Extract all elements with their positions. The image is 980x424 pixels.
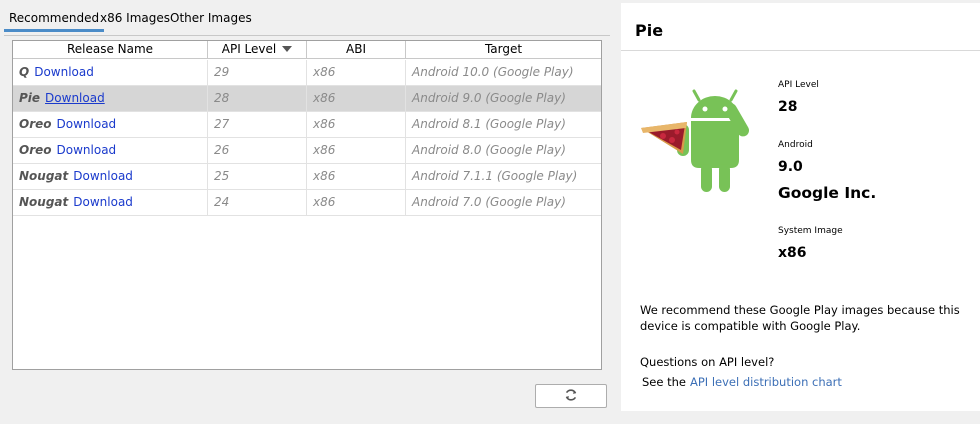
release-name: Oreo	[19, 117, 52, 131]
release-name: Q	[19, 65, 30, 79]
column-header-abi[interactable]: ABI	[307, 41, 406, 59]
target-cell: Android 9.0 (Google Play)	[412, 91, 566, 105]
abi-cell: x86	[307, 60, 406, 85]
target-cell: Android 8.1 (Google Play)	[412, 117, 566, 131]
system-image-value: x86	[778, 245, 807, 261]
see-chart-line: See the API level distribution chart	[642, 375, 842, 389]
abi-cell: x86	[307, 190, 406, 215]
system-image-label: System Image	[778, 226, 843, 236]
release-name-cell: Nougat Download	[13, 190, 208, 215]
android-label: Android	[778, 140, 813, 150]
abi-cell: x86	[307, 86, 406, 111]
column-label: API Level	[221, 42, 277, 56]
release-name-cell: Oreo Download	[13, 112, 208, 137]
release-name: Nougat	[19, 195, 69, 209]
android-version-value: 9.0	[778, 159, 803, 175]
tab-other-images[interactable]: Other Images	[165, 10, 257, 32]
release-name-cell: Oreo Download	[13, 138, 208, 163]
image-details-panel: Pie API Level 28 Android 9.0 Google Inc.…	[621, 3, 980, 411]
column-label: ABI	[346, 42, 366, 56]
api-level-cell: 26	[208, 138, 307, 163]
sort-descending-icon	[282, 46, 293, 52]
system-image-table: Release Name API Level ABI Target Q Downl…	[12, 40, 602, 370]
release-name-cell: Pie Download	[13, 86, 208, 111]
api-level-cell: 28	[208, 86, 307, 111]
download-link[interactable]: Download	[57, 143, 117, 157]
abi-cell: x86	[307, 164, 406, 189]
table-row[interactable]: Q Download 29 x86 Android 10.0 (Google Pl…	[13, 60, 601, 86]
recommendation-text: We recommend these Google Play images be…	[640, 303, 960, 333]
release-name-cell: Nougat Download	[13, 164, 208, 189]
download-link[interactable]: Download	[57, 117, 117, 131]
title-divider	[621, 50, 980, 51]
abi-cell: x86	[307, 112, 406, 137]
abi-cell: x86	[307, 138, 406, 163]
release-title: Pie	[635, 21, 664, 40]
android-pie-mascot-image	[639, 88, 769, 198]
download-link[interactable]: Download	[73, 195, 133, 209]
download-link[interactable]: Download	[34, 65, 94, 79]
table-row[interactable]: Oreo Download 26 x86 Android 8.0 (Google …	[13, 138, 601, 164]
table-row[interactable]: Oreo Download 27 x86 Android 8.1 (Google …	[13, 112, 601, 138]
api-level-label: API Level	[778, 80, 819, 90]
column-header-release-name[interactable]: Release Name	[13, 41, 208, 59]
api-level-cell: 27	[208, 112, 307, 137]
release-name: Oreo	[19, 143, 52, 157]
refresh-icon	[564, 388, 578, 405]
release-name-cell: Q Download	[13, 60, 208, 85]
image-tabs: Recommended x86 Images Other Images	[4, 6, 610, 36]
download-link[interactable]: Download	[45, 91, 105, 105]
api-level-value: 28	[778, 99, 798, 115]
table-header: Release Name API Level ABI Target	[13, 41, 601, 59]
release-name: Pie	[19, 91, 41, 105]
target-cell: Android 7.0 (Google Play)	[412, 195, 566, 209]
api-level-cell: 29	[208, 60, 307, 85]
api-level-cell: 25	[208, 164, 307, 189]
target-cell: Android 7.1.1 (Google Play)	[412, 169, 578, 183]
column-header-api-level[interactable]: API Level	[208, 41, 307, 59]
release-name: Nougat	[19, 169, 69, 183]
api-level-cell: 24	[208, 190, 307, 215]
tab-recommended[interactable]: Recommended	[4, 10, 105, 32]
tab-x86-images[interactable]: x86 Images	[95, 10, 175, 32]
target-cell: Android 10.0 (Google Play)	[412, 65, 574, 79]
refresh-button[interactable]	[535, 384, 607, 408]
target-cell: Android 8.0 (Google Play)	[412, 143, 566, 157]
see-prefix: See the	[642, 375, 686, 389]
column-label: Target	[484, 42, 523, 56]
vendor-value: Google Inc.	[778, 184, 877, 202]
column-header-target[interactable]: Target	[406, 41, 601, 59]
api-question-text: Questions on API level?	[640, 355, 775, 369]
table-row[interactable]: Nougat Download 24 x86 Android 7.0 (Googl…	[13, 190, 601, 216]
api-distribution-chart-link[interactable]: API level distribution chart	[690, 375, 842, 389]
download-link[interactable]: Download	[73, 169, 133, 183]
column-label: Release Name	[66, 42, 154, 56]
table-row[interactable]: Nougat Download 25 x86 Android 7.1.1 (Goo…	[13, 164, 601, 190]
table-row[interactable]: Pie Download 28 x86 Android 9.0 (Google P…	[13, 86, 601, 112]
